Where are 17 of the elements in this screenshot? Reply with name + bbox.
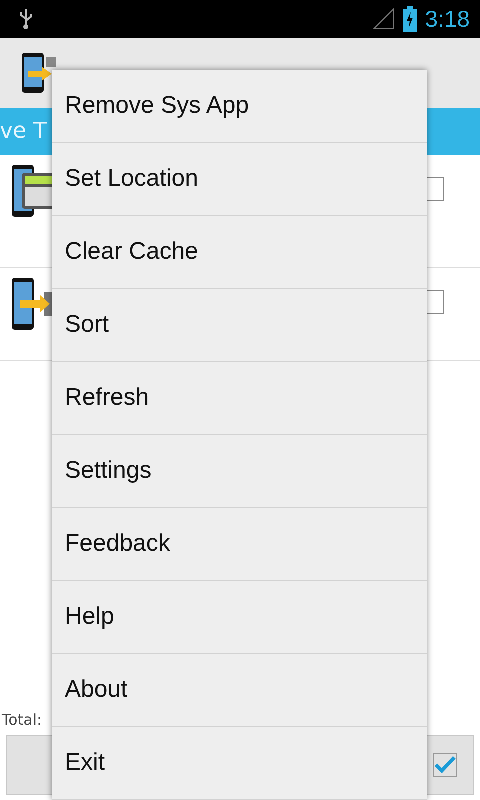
total-label: Total: (1, 711, 42, 729)
menu-item[interactable]: About (52, 654, 427, 727)
battery-icon (403, 6, 418, 32)
menu-item[interactable]: Exit (52, 727, 427, 800)
usb-icon (18, 7, 34, 31)
menu-item[interactable]: Feedback (52, 508, 427, 581)
menu-item[interactable]: Sort (52, 289, 427, 362)
menu-item[interactable]: Help (52, 581, 427, 654)
tab-label: ve T (0, 119, 47, 144)
menu-item[interactable]: Refresh (52, 362, 427, 435)
checkbox[interactable] (433, 753, 457, 777)
signal-icon (373, 8, 396, 30)
menu-item[interactable]: Clear Cache (52, 216, 427, 289)
menu-item[interactable]: Set Location (52, 143, 427, 216)
menu-item[interactable]: Settings (52, 435, 427, 508)
menu-item[interactable]: Remove Sys App (52, 70, 427, 143)
clock-time: 3:18 (425, 6, 470, 32)
